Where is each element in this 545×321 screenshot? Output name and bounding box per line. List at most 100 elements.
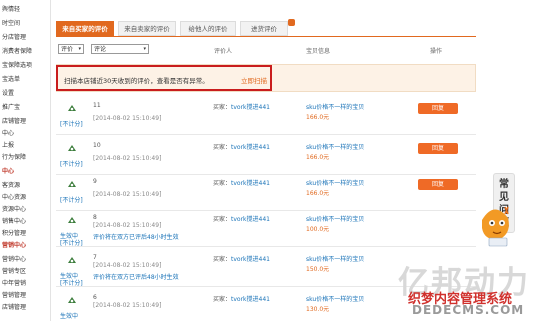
buyer-link[interactable]: tvork搅进441: [231, 142, 270, 151]
tab-underline: [56, 36, 476, 37]
sidebar-section-title: 营销中心: [2, 242, 27, 249]
rating-icon: [68, 297, 76, 303]
sidebar-item[interactable]: 消费者保障: [2, 46, 32, 55]
scan-notice-text: 扫描本店铺近30天收到的评价，查看是否有异常。: [64, 77, 209, 85]
buyer-label: 买家：: [213, 104, 232, 111]
scan-now-link[interactable]: 立即扫描: [241, 75, 267, 85]
column-header-item-info: 宝贝信息: [306, 48, 331, 55]
rating-icon: [68, 257, 76, 263]
column-header-evaluator: 评价人: [214, 48, 233, 55]
effective-note: 评价将在双方已评后48小时生效: [93, 234, 179, 241]
review-time: [2014-08-02 15:10:49]: [93, 155, 162, 162]
buyer-link[interactable]: tvork搅进441: [231, 214, 270, 223]
review-row: [不计分] 10 [2014-08-02 15:10:49] 买家： tvork…: [56, 140, 476, 175]
chevron-down-icon: ▾: [143, 46, 146, 52]
sidebar-item[interactable]: 上报: [2, 140, 14, 149]
item-price: 166.0元: [306, 114, 330, 121]
review-id: 6: [93, 294, 97, 301]
item-link[interactable]: sku价格不一样的宝贝: [306, 214, 364, 223]
sidebar-item[interactable]: 设置: [2, 88, 14, 97]
comment-filter-select[interactable]: 评论 ▾: [91, 44, 149, 54]
mascot-icon: [482, 206, 509, 247]
sidebar-item[interactable]: 推广宝: [2, 102, 20, 111]
review-time: [2014-08-02 15:10:49]: [93, 222, 162, 229]
item-link[interactable]: sku价格不一样的宝贝: [306, 102, 364, 111]
item-link[interactable]: sku价格不一样的宝贝: [306, 254, 364, 263]
rating-icon: [68, 181, 76, 187]
column-header-action: 操作: [430, 48, 443, 55]
sidebar-item[interactable]: 分店管理: [2, 32, 26, 41]
rating-filter-value: 评价: [61, 46, 74, 53]
rating-icon: [68, 217, 76, 223]
sidebar-item[interactable]: 中心: [2, 128, 14, 137]
sidebar-item[interactable]: 中心资源: [2, 192, 26, 201]
reply-button[interactable]: 回复: [418, 143, 458, 154]
sidebar-item[interactable]: 营销管理: [2, 290, 26, 299]
score-status: [不计分]: [60, 161, 83, 168]
item-price: 130.0元: [306, 306, 330, 313]
item-price: 150.0元: [306, 266, 330, 273]
item-link[interactable]: sku价格不一样的宝贝: [306, 142, 364, 151]
sidebar-item[interactable]: 营销中心: [2, 254, 26, 263]
review-id: 8: [93, 214, 97, 221]
row-divider: [56, 246, 476, 247]
reply-button[interactable]: 回复: [418, 179, 458, 190]
new-badge-icon: [288, 19, 295, 26]
sidebar-item[interactable]: 营销专区: [2, 266, 26, 275]
score-status: [不计分]: [60, 197, 83, 204]
sidebar-item[interactable]: 舆情轻: [2, 4, 20, 13]
tab-from-buyers[interactable]: 来自买家的评价: [56, 21, 114, 36]
sidebar-item[interactable]: 行为保障: [2, 152, 26, 161]
review-id: 9: [93, 178, 97, 185]
rating-icon: [68, 145, 76, 151]
review-time: [2014-08-02 15:10:49]: [93, 262, 162, 269]
effective-status: 生效中: [60, 313, 79, 320]
review-time: [2014-08-02 15:10:49]: [93, 302, 162, 309]
sidebar-item[interactable]: 中年营销: [2, 278, 26, 287]
rating-filter-select[interactable]: 评价 ▾: [58, 44, 84, 54]
buyer-label: 买家：: [213, 256, 232, 263]
item-link[interactable]: sku价格不一样的宝贝: [306, 294, 364, 303]
buyer-label: 买家：: [213, 296, 232, 303]
left-sidebar: 舆情轻 时空间 分店管理 消费者保障 宝保障选项 宝选单 设置 推广宝 店铺管理…: [0, 0, 51, 321]
review-id: 11: [93, 102, 101, 109]
tab-given-to-others[interactable]: 给他人的评价: [180, 21, 236, 36]
sidebar-item[interactable]: 积分管理: [2, 228, 26, 237]
tab-from-sellers[interactable]: 来自卖家的评价: [118, 21, 176, 36]
row-divider: [56, 134, 476, 135]
chevron-down-icon: ▾: [78, 46, 81, 52]
review-id: 7: [93, 254, 97, 261]
review-row: [不计分] 9 [2014-08-02 15:10:49] 买家： tvork搅…: [56, 176, 476, 211]
row-divider: [56, 174, 476, 175]
review-row: 生效中 [不计分] 8 [2014-08-02 15:10:49] 评价将在双方…: [56, 212, 476, 247]
sidebar-section-title: 中心: [2, 168, 15, 175]
reply-button[interactable]: 回复: [418, 103, 458, 114]
sidebar-item[interactable]: 宝选单: [2, 74, 20, 83]
sidebar-item[interactable]: 销售中心: [2, 216, 26, 225]
buyer-label: 买家：: [213, 216, 232, 223]
buyer-link[interactable]: tvork搅进441: [231, 102, 270, 111]
review-id: 10: [93, 142, 101, 149]
sidebar-item[interactable]: 资源中心: [2, 204, 26, 213]
tab-purchase-reviews[interactable]: 进货评价: [240, 21, 288, 36]
effective-note: 评价将在双方已评后48小时生效: [93, 274, 179, 281]
rating-icon: [68, 105, 76, 111]
sidebar-item[interactable]: 客资源: [2, 180, 20, 189]
buyer-label: 买家：: [213, 180, 232, 187]
sidebar-item[interactable]: 店铺管理: [2, 116, 26, 125]
item-link[interactable]: sku价格不一样的宝贝: [306, 178, 364, 187]
sidebar-item[interactable]: 宝保障选项: [2, 60, 32, 69]
review-row: [不计分] 11 [2014-08-02 15:10:49] 买家： tvork…: [56, 100, 476, 135]
buyer-link[interactable]: tvork搅进441: [231, 254, 270, 263]
sidebar-item[interactable]: 时空间: [2, 18, 20, 27]
review-time: [2014-08-02 15:10:49]: [93, 115, 162, 122]
buyer-link[interactable]: tvork搅进441: [231, 294, 270, 303]
item-price: 166.0元: [306, 154, 330, 161]
buyer-link[interactable]: tvork搅进441: [231, 178, 270, 187]
score-status: [不计分]: [60, 121, 83, 128]
item-price: 166.0元: [306, 190, 330, 197]
sidebar-item[interactable]: 店铺管理: [2, 302, 26, 311]
buyer-label: 买家：: [213, 144, 232, 151]
item-price: 100.0元: [306, 226, 330, 233]
comment-filter-value: 评论: [94, 46, 107, 53]
